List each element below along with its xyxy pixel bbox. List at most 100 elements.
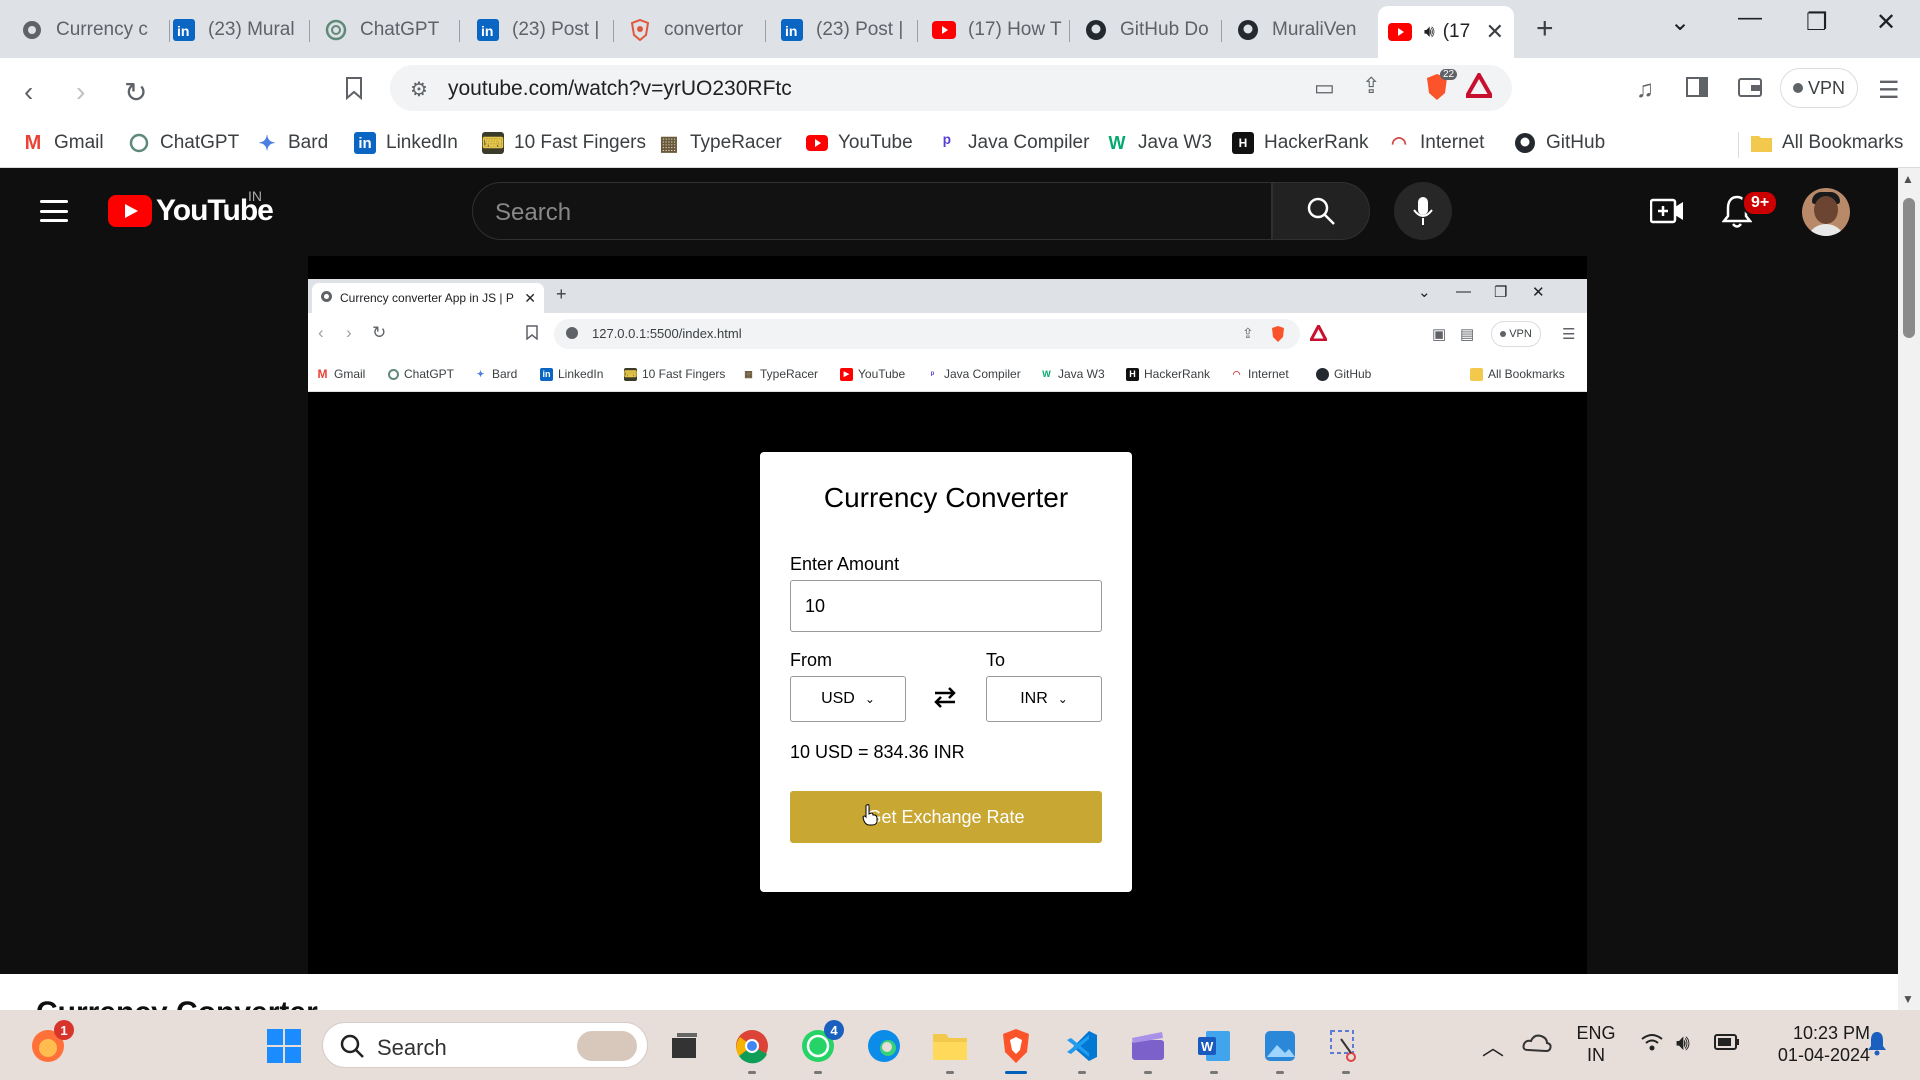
tab-linkedin-2[interactable]: in (23) Post | bbox=[466, 10, 614, 50]
bard-icon: ✦ bbox=[476, 368, 485, 379]
sidebar-icon[interactable] bbox=[1686, 76, 1708, 105]
plus-icon: + bbox=[556, 284, 567, 304]
start-button[interactable] bbox=[264, 1026, 304, 1066]
task-view-icon[interactable] bbox=[664, 1026, 704, 1066]
video-bookmark-bard: ✦ Bard bbox=[474, 367, 518, 381]
chrome-icon[interactable] bbox=[732, 1026, 772, 1074]
show-hidden-icons[interactable]: ︿ bbox=[1482, 1030, 1504, 1062]
speaker-icon[interactable]: 🔊︎ bbox=[1424, 22, 1435, 42]
video-bookmark-hackerrank: H HackerRank bbox=[1126, 367, 1210, 381]
tab-github-2[interactable]: MuraliVen bbox=[1226, 10, 1374, 50]
bookmark-linkedin[interactable]: in LinkedIn bbox=[354, 132, 458, 154]
conversion-result: 10 USD = 834.36 INR bbox=[790, 742, 965, 762]
site-settings-icon[interactable]: ⚙︎ bbox=[410, 77, 428, 102]
tab-youtube-active[interactable]: 🔊︎ (17 ✕ bbox=[1378, 6, 1514, 58]
language-indicator[interactable]: ENG IN bbox=[1576, 1022, 1616, 1066]
tab-linkedin-1[interactable]: in (23) Mural bbox=[162, 10, 310, 50]
close-tab-icon[interactable]: ✕ bbox=[1486, 19, 1504, 45]
restore-icon[interactable]: ❐ bbox=[1806, 8, 1828, 37]
bookmark-youtube[interactable]: YouTube bbox=[806, 132, 913, 154]
brave-search-icon bbox=[628, 18, 652, 42]
taskbar-search[interactable]: Search bbox=[322, 1022, 648, 1068]
create-video-button[interactable] bbox=[1649, 196, 1684, 231]
whatsapp-icon[interactable]: 4 bbox=[798, 1020, 844, 1074]
video-player[interactable]: Currency converter App in JS | P ✕ + ⌄ —… bbox=[308, 256, 1587, 974]
voice-search-button[interactable] bbox=[1394, 182, 1452, 240]
url-text[interactable]: youtube.com/watch?v=yrUO230RFtc bbox=[448, 77, 792, 101]
youtube-search-input[interactable]: Search bbox=[472, 182, 1272, 240]
onedrive-icon[interactable] bbox=[1522, 1032, 1552, 1059]
tab-youtube-1[interactable]: (17) How T bbox=[922, 10, 1070, 50]
photos-icon[interactable] bbox=[1260, 1026, 1300, 1074]
notification-bell-icon[interactable] bbox=[1866, 1030, 1888, 1061]
bookmark-bard[interactable]: ✦ Bard bbox=[256, 132, 329, 155]
share-icon[interactable]: ⇪ bbox=[1362, 73, 1380, 99]
bookmark-gmail[interactable]: M Gmail bbox=[22, 132, 104, 154]
menu-icon[interactable]: ☰ bbox=[1878, 76, 1900, 105]
tab-chatgpt[interactable]: ChatGPT bbox=[314, 10, 460, 50]
clipchamp-icon[interactable] bbox=[1128, 1026, 1168, 1074]
bookmark-chatgpt[interactable]: ChatGPT bbox=[128, 132, 239, 154]
wallet-icon[interactable] bbox=[1738, 76, 1762, 105]
scroll-thumb[interactable] bbox=[1903, 198, 1915, 338]
close-window-icon[interactable]: ✕ bbox=[1876, 8, 1896, 37]
video-bookmark-youtube: ▶ YouTube bbox=[840, 367, 905, 381]
new-tab-button[interactable]: + bbox=[1536, 12, 1554, 46]
avatar[interactable] bbox=[1802, 188, 1850, 236]
bookmark-typeracer[interactable]: ▦ TypeRacer bbox=[658, 132, 782, 155]
tab-linkedin-3[interactable]: in (23) Post | bbox=[770, 10, 918, 50]
wifi-icon[interactable] bbox=[1640, 1032, 1664, 1057]
tab-github-1[interactable]: GitHub Do bbox=[1074, 10, 1222, 50]
address-bar[interactable]: ⚙︎ youtube.com/watch?v=yrUO230RFtc ▭ ⇪ 2… bbox=[390, 65, 1512, 111]
forward-icon: › bbox=[346, 323, 352, 342]
minimize-icon[interactable]: — bbox=[1738, 4, 1762, 32]
bookmark-internet[interactable]: ◠ Internet bbox=[1388, 132, 1484, 154]
notification-count-badge: 9+ bbox=[1742, 190, 1779, 216]
all-bookmarks[interactable]: All Bookmarks bbox=[1750, 132, 1903, 154]
vscode-icon[interactable] bbox=[1062, 1026, 1102, 1074]
bookmark-java-compiler[interactable]: ᵖ Java Compiler bbox=[936, 132, 1089, 154]
volume-icon[interactable]: 🔊︎ bbox=[1676, 1030, 1690, 1056]
word-icon[interactable]: W bbox=[1194, 1026, 1234, 1074]
cast-icon[interactable]: ▭ bbox=[1314, 75, 1335, 101]
app-title: Currency Converter bbox=[823, 482, 1069, 513]
back-icon[interactable]: ‹ bbox=[24, 76, 33, 108]
vpn-button[interactable]: VPN bbox=[1780, 68, 1858, 108]
amount-field: 10 bbox=[790, 580, 1102, 632]
bookmark-github[interactable]: GitHub bbox=[1514, 132, 1605, 154]
tab-convertor[interactable]: convertor bbox=[618, 10, 766, 50]
fastfingers-icon: ⌨ bbox=[482, 132, 504, 154]
hamburger-menu-icon[interactable] bbox=[40, 200, 68, 222]
from-currency-value: USD bbox=[821, 690, 855, 707]
firefox-taskbar-icon[interactable]: 1 bbox=[28, 1020, 74, 1066]
youtube-search-button[interactable] bbox=[1272, 182, 1370, 240]
info-icon bbox=[566, 327, 578, 339]
brave-icon[interactable] bbox=[996, 1026, 1036, 1074]
globe-icon bbox=[320, 290, 333, 306]
video-title[interactable]: Currency Converter bbox=[36, 996, 318, 1010]
brave-shields-icon[interactable]: 22 bbox=[1424, 69, 1458, 106]
tab-search-chevron-icon[interactable]: ⌄ bbox=[1670, 8, 1690, 37]
share-icon: ⇪ bbox=[1242, 325, 1254, 341]
tab-title: MuraliVen bbox=[1272, 19, 1357, 40]
bookmark-hackerrank[interactable]: H HackerRank bbox=[1232, 132, 1369, 154]
scroll-up-icon[interactable]: ▲ bbox=[1902, 172, 1914, 186]
bookmark-icon[interactable] bbox=[344, 76, 364, 107]
page-scrollbar[interactable]: ▲ ▼ bbox=[1898, 168, 1920, 1010]
reload-icon[interactable]: ↻ bbox=[124, 76, 147, 109]
file-explorer-icon[interactable] bbox=[930, 1026, 970, 1074]
brave-rewards-icon[interactable] bbox=[1463, 70, 1495, 104]
forward-icon[interactable]: › bbox=[76, 76, 85, 108]
typeracer-icon: ▦ bbox=[744, 368, 753, 379]
tab-currency[interactable]: Currency c bbox=[10, 10, 170, 50]
clock[interactable]: 10:23 PM 01-04-2024 bbox=[1760, 1022, 1870, 1066]
snipping-tool-icon[interactable] bbox=[1326, 1026, 1366, 1074]
video-bookmark-internet: ◠ Internet bbox=[1230, 367, 1289, 381]
sidebar-icon: ▣ bbox=[1432, 326, 1447, 343]
scroll-down-icon[interactable]: ▼ bbox=[1902, 992, 1914, 1006]
battery-icon[interactable] bbox=[1714, 1034, 1740, 1055]
bookmark-10fastfingers[interactable]: ⌨ 10 Fast Fingers bbox=[482, 132, 646, 154]
bookmark-java-w3[interactable]: W Java W3 bbox=[1106, 132, 1212, 154]
media-icon[interactable]: ♫ bbox=[1636, 76, 1654, 104]
edge-icon[interactable] bbox=[864, 1026, 904, 1066]
